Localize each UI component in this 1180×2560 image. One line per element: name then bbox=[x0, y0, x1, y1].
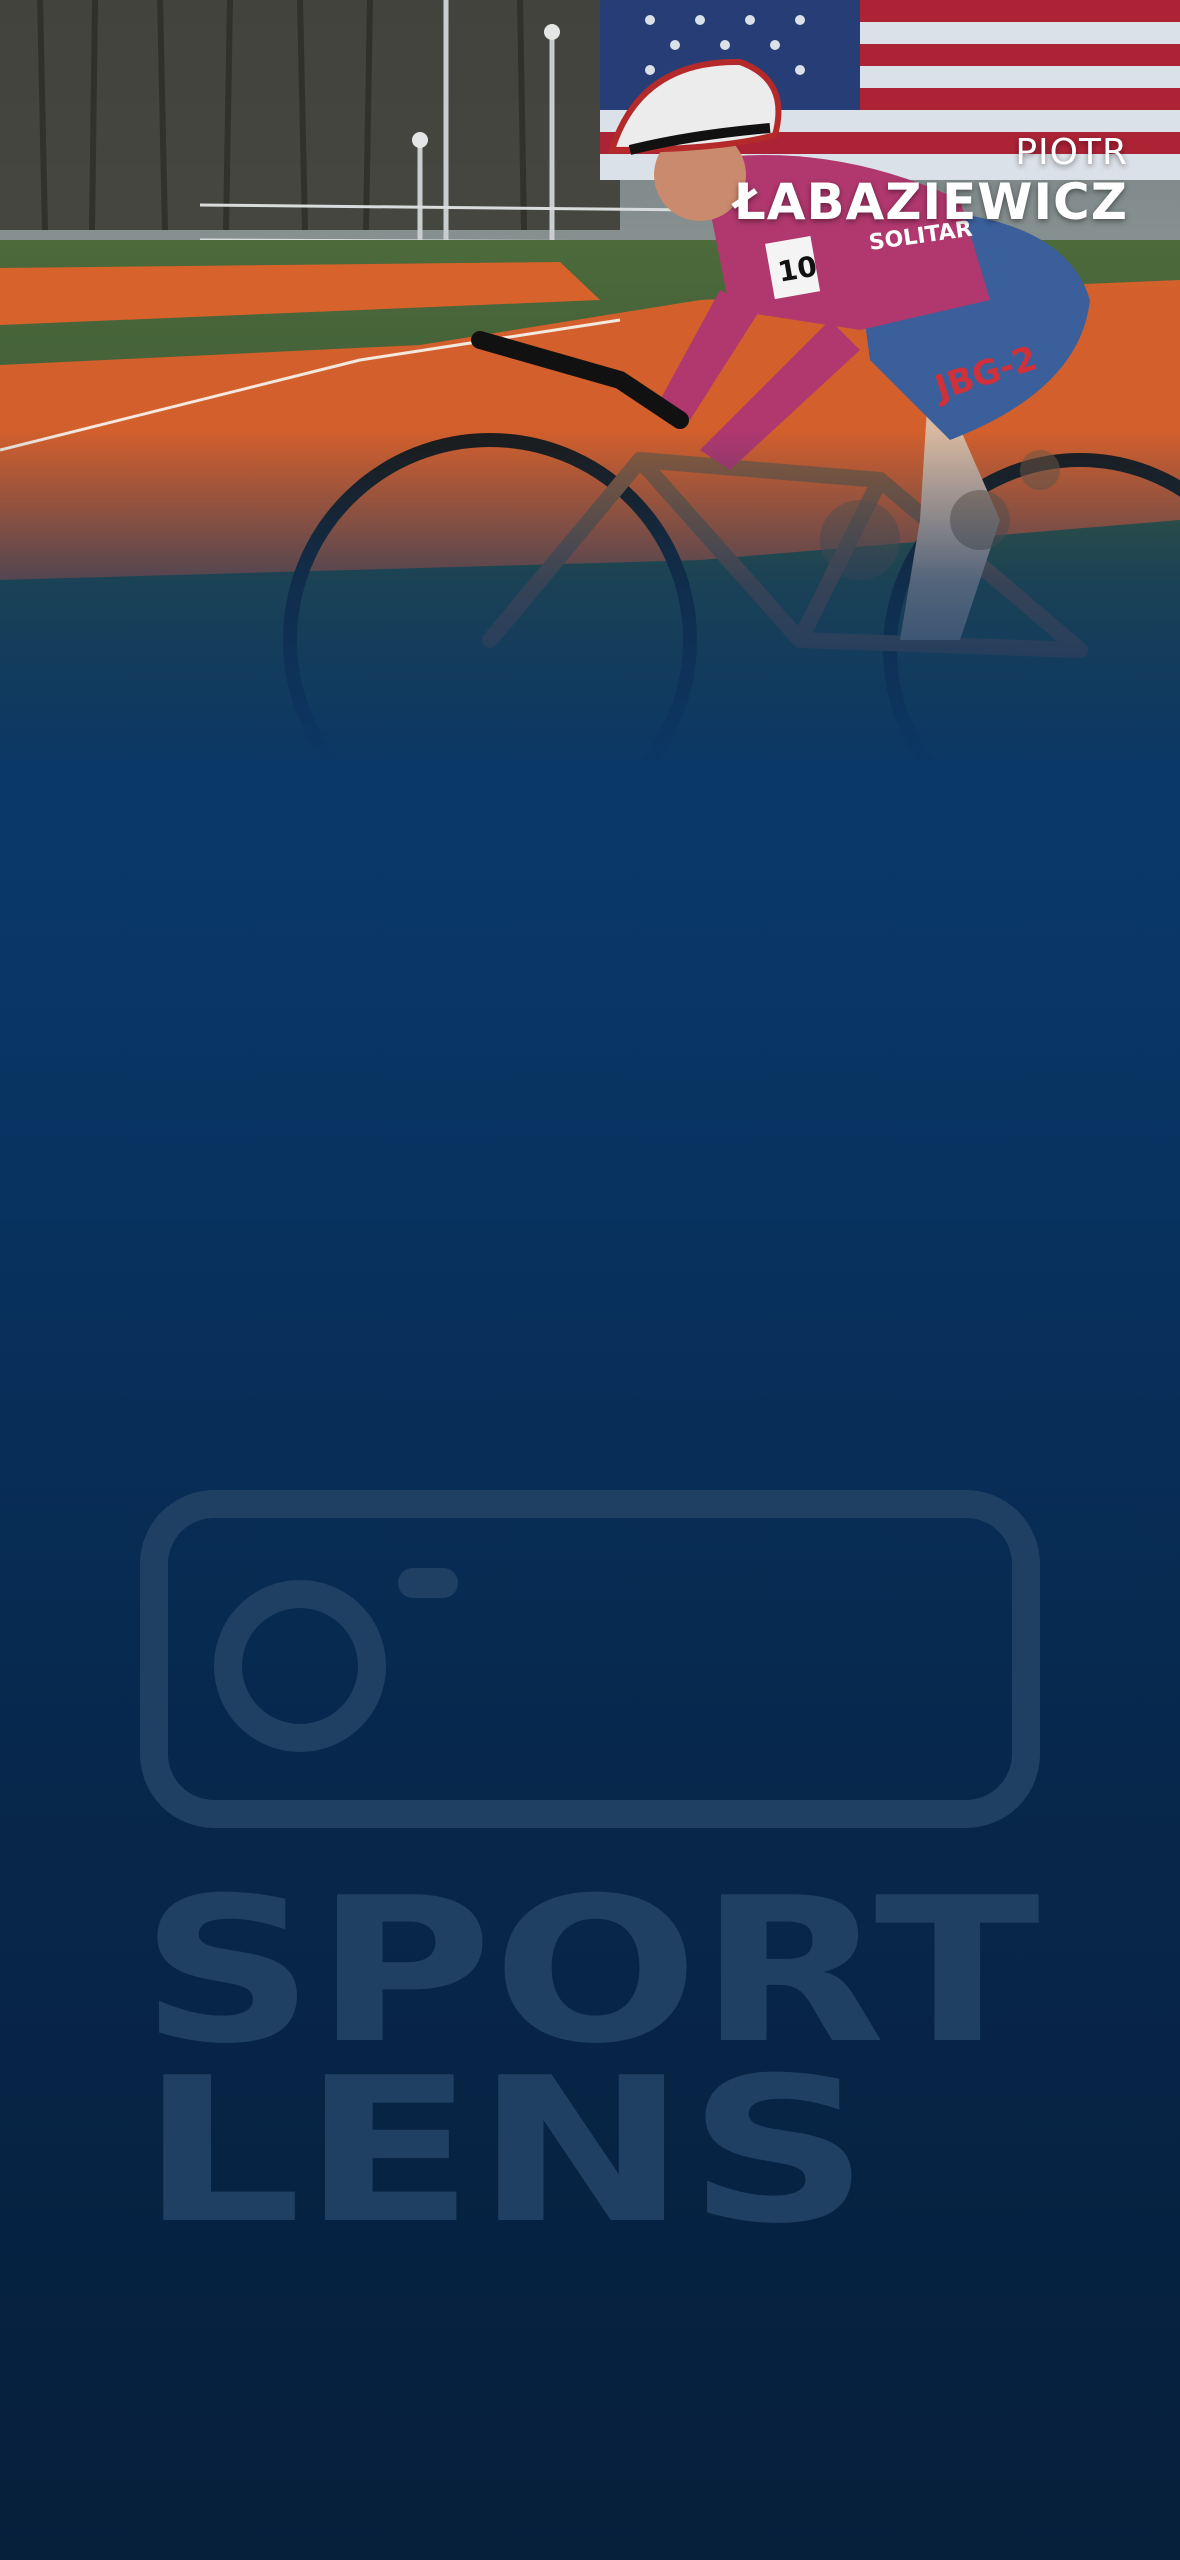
sportlens-logo-svg: SPORT LENS bbox=[140, 1490, 1040, 2268]
hero-fade-overlay bbox=[0, 430, 1180, 760]
page: JBG-2 SOLITAR 10 PIOTR ŁABAZIEWICZ SPORT… bbox=[0, 0, 1180, 2560]
logo-line-2: LENS bbox=[140, 2035, 870, 2250]
athlete-name: PIOTR ŁABAZIEWICZ bbox=[734, 132, 1128, 230]
athlete-first-name: PIOTR bbox=[1015, 132, 1128, 173]
athlete-last-name: ŁABAZIEWICZ bbox=[733, 173, 1128, 231]
camera-outline-icon bbox=[140, 1490, 1040, 1828]
bib-number: 10 bbox=[775, 250, 819, 289]
sportlens-watermark-logo: SPORT LENS bbox=[140, 1490, 1040, 2268]
hero-photo: JBG-2 SOLITAR 10 PIOTR ŁABAZIEWICZ bbox=[0, 0, 1180, 760]
